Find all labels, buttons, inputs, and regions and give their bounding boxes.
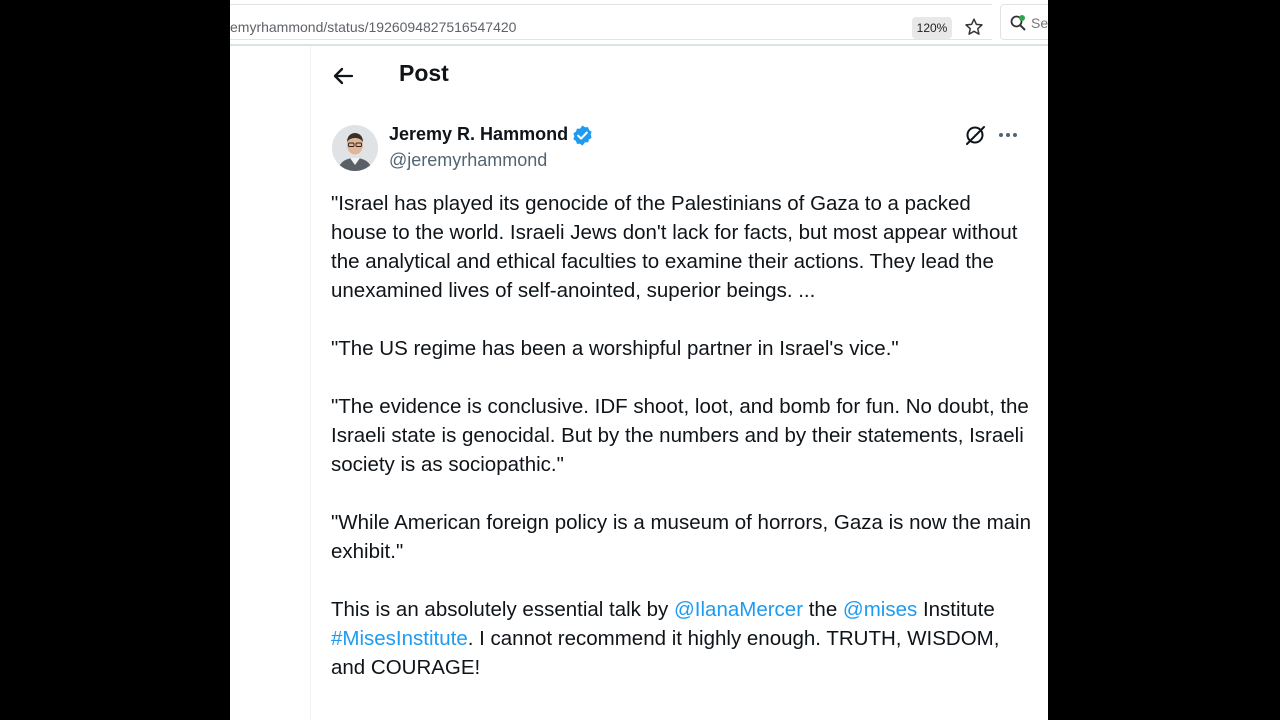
post-header: Post [310,46,1048,106]
author-handle[interactable]: @jeremyrhammond [389,150,547,171]
back-arrow-icon[interactable] [330,63,356,89]
grok-icon[interactable] [964,124,986,146]
post-paragraph: "While American foreign policy is a muse… [331,511,1032,563]
mention-link-mises[interactable]: @mises [843,598,917,621]
post-paragraph: This is an absolutely essential talk by … [331,595,1031,682]
search-icon [1009,14,1027,32]
post-text: "Israel has played its genocide of the P… [331,189,1031,711]
post-paragraph: "Israel has played its genocide of the P… [331,192,1018,302]
more-icon[interactable] [996,124,1020,146]
post-text-segment: This is an absolutely essential talk by [331,598,674,621]
star-icon[interactable] [963,15,985,39]
mention-link-ilanamercer[interactable]: @IlanaMercer [674,598,803,621]
avatar[interactable] [332,125,378,171]
url-text[interactable]: emyrhammond/status/1926094827516547420 [230,19,516,35]
post-text-segment: the [803,598,843,621]
post-paragraph: "The US regime has been a worshipful par… [331,337,899,360]
post-paragraph: "The evidence is conclusive. IDF shoot, … [331,395,1029,476]
search-placeholder: Sea [1031,15,1048,31]
page-title: Post [399,60,449,86]
column-divider [310,46,311,720]
author-name[interactable]: Jeremy R. Hammond [389,124,568,145]
post-text-segment: Institute [917,598,995,621]
verified-icon [571,124,594,147]
address-bar-area: emyrhammond/status/1926094827516547420 1… [230,0,1048,46]
hashtag-link-misesinstitute[interactable]: #MisesInstitute [331,627,468,650]
browser-window: emyrhammond/status/1926094827516547420 1… [230,0,1048,720]
address-bar[interactable]: emyrhammond/status/1926094827516547420 1… [230,4,992,40]
browser-search-box[interactable]: Sea [1000,4,1048,40]
zoom-level-badge[interactable]: 120% [912,17,952,39]
